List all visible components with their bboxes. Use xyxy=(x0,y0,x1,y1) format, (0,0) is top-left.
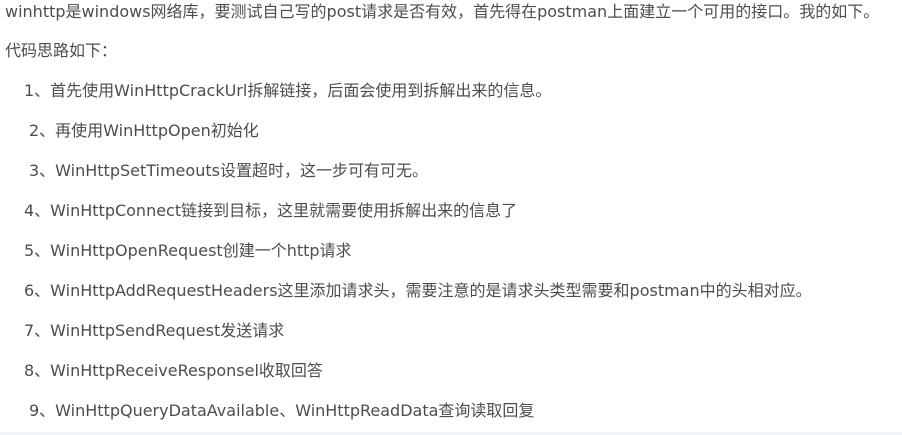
step-item: 9、WinHttpQueryDataAvailable、WinHttpReadD… xyxy=(29,401,535,420)
step-item: 4、WinHttpConnect链接到目标，这里就需要使用拆解出来的信息了 xyxy=(24,201,518,220)
step-item: 1、首先使用WinHttpCrackUrl拆解链接，后面会使用到拆解出来的信息。 xyxy=(24,81,552,100)
intro-paragraph: winhttp是windows网络库，要测试自己写的post请求是否有效，首先得… xyxy=(5,2,880,21)
step-item: 3、WinHttpSetTimeouts设置超时，这一步可有可无。 xyxy=(29,161,428,180)
step-item: 5、WinHttpOpenRequest创建一个http请求 xyxy=(24,241,352,260)
step-item: 8、WinHttpReceiveResponsel收取回答 xyxy=(24,361,323,380)
step-item: 6、WinHttpAddRequestHeaders这里添加请求头，需要注意的是… xyxy=(24,281,812,300)
step-item: 7、WinHttpSendRequest发送请求 xyxy=(24,321,285,340)
step-item: 2、再使用WinHttpOpen初始化 xyxy=(29,121,259,140)
lead-paragraph: 代码思路如下： xyxy=(5,41,118,60)
article-body: winhttp是windows网络库，要测试自己写的post请求是否有效，首先得… xyxy=(0,0,902,435)
